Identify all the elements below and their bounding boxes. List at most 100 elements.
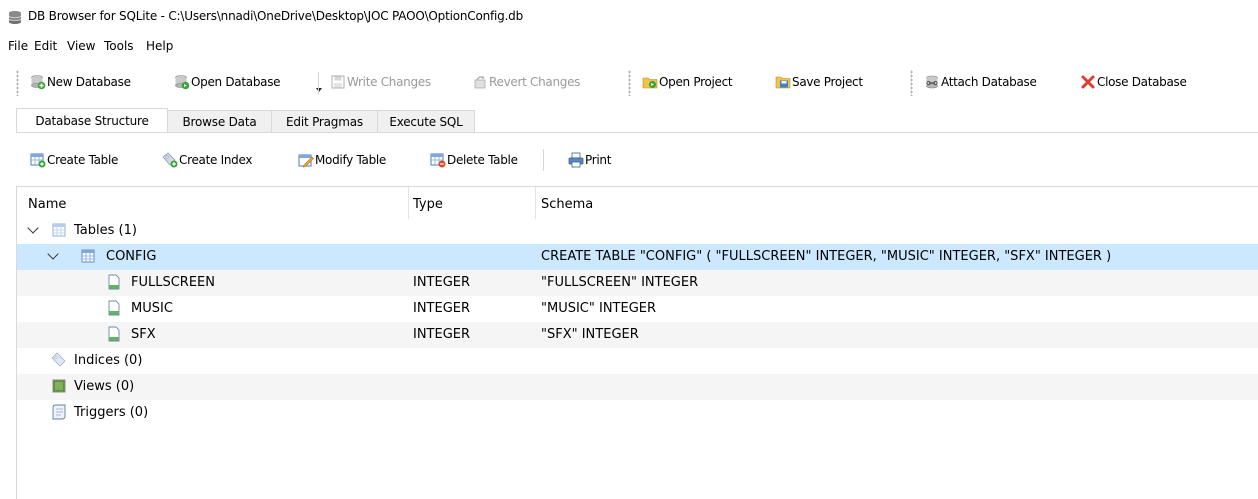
tree-row-schema: CREATE TABLE "CONFIG" ( "FULLSCREEN" INT… bbox=[541, 249, 1112, 264]
menu-edit[interactable]: Edit bbox=[34, 39, 57, 53]
open-database-dropdown-arrow[interactable] bbox=[316, 88, 322, 92]
tree-row-name: Triggers (0) bbox=[74, 405, 149, 420]
tree-row-views[interactable]: Views (0) bbox=[17, 374, 1258, 400]
modify-table-label: Modify Table bbox=[315, 153, 387, 167]
attach-database-label: Attach Database bbox=[941, 75, 1037, 89]
menu-bar: File Edit View Tools Help bbox=[0, 34, 1258, 58]
save-project-button[interactable]: Save Project bbox=[775, 72, 863, 92]
create-table-label: Create Table bbox=[47, 153, 119, 167]
structure-toolbar: Create Table Create Index Modify Table D… bbox=[16, 140, 1258, 180]
tree-row-type: INTEGER bbox=[413, 327, 471, 342]
tree-row-type: INTEGER bbox=[413, 275, 471, 290]
menu-file[interactable]: File bbox=[8, 39, 28, 53]
column-header-type[interactable]: Type bbox=[413, 197, 443, 212]
modify-table-button[interactable]: Modify Table bbox=[298, 150, 386, 170]
create-index-label: Create Index bbox=[179, 153, 253, 167]
menu-tools[interactable]: Tools bbox=[104, 39, 134, 53]
create-table-button[interactable]: Create Table bbox=[30, 150, 118, 170]
toolbar-separator bbox=[318, 72, 319, 94]
title-bar: DB Browser for SQLite - C:\Users\nnadi\O… bbox=[0, 0, 1258, 34]
attach-database-icon bbox=[926, 75, 938, 89]
open-database-button[interactable]: Open Database bbox=[174, 72, 281, 92]
write-changes-label: Write Changes bbox=[347, 75, 431, 89]
open-project-label: Open Project bbox=[659, 75, 733, 89]
open-database-label: Open Database bbox=[191, 75, 281, 89]
save-project-icon bbox=[775, 76, 791, 89]
field-icon bbox=[108, 300, 120, 316]
create-index-icon bbox=[162, 152, 178, 168]
revert-changes-label: Revert Changes bbox=[489, 75, 581, 89]
database-app-icon bbox=[8, 11, 22, 24]
print-button[interactable]: Print bbox=[568, 150, 611, 170]
expand-chevron-icon[interactable] bbox=[27, 222, 39, 234]
table-icon bbox=[81, 249, 95, 263]
delete-table-icon bbox=[430, 153, 446, 168]
tab-edit-pragmas[interactable]: Edit Pragmas bbox=[271, 110, 378, 132]
revert-changes-button[interactable]: Revert Changes bbox=[472, 72, 580, 92]
window-title: DB Browser for SQLite - C:\Users\nnadi\O… bbox=[28, 9, 524, 23]
column-header-schema[interactable]: Schema bbox=[541, 197, 593, 212]
tree-row-name: MUSIC bbox=[131, 301, 173, 316]
tree-row-field-sfx[interactable]: SFX INTEGER "SFX" INTEGER bbox=[17, 322, 1258, 348]
trigger-icon bbox=[52, 404, 66, 420]
modify-table-icon bbox=[298, 154, 314, 168]
menu-view[interactable]: View bbox=[67, 39, 95, 53]
tree-row-name: CONFIG bbox=[106, 249, 157, 264]
close-database-button[interactable]: Close Database bbox=[1080, 72, 1187, 92]
create-table-icon bbox=[30, 153, 46, 168]
tree-row-schema: "FULLSCREEN" INTEGER bbox=[541, 275, 699, 290]
open-database-icon bbox=[175, 75, 190, 90]
delete-table-label: Delete Table bbox=[447, 153, 518, 167]
toolbar-grip[interactable] bbox=[16, 70, 19, 96]
tree-row-schema: "SFX" INTEGER bbox=[541, 327, 639, 342]
open-project-icon bbox=[642, 77, 658, 89]
tree-row-name: SFX bbox=[131, 327, 156, 342]
menu-help[interactable]: Help bbox=[146, 39, 173, 53]
tab-divider bbox=[16, 132, 1258, 133]
new-database-icon bbox=[31, 75, 46, 90]
tab-browse-data[interactable]: Browse Data bbox=[167, 110, 272, 132]
attach-database-button[interactable]: Attach Database bbox=[924, 72, 1037, 92]
close-icon bbox=[1081, 75, 1095, 89]
open-project-button[interactable]: Open Project bbox=[642, 72, 733, 92]
tab-execute-sql[interactable]: Execute SQL bbox=[377, 110, 475, 132]
close-database-label: Close Database bbox=[1097, 75, 1187, 89]
column-divider[interactable] bbox=[535, 187, 536, 219]
tree-header: Name Type Schema bbox=[17, 187, 1258, 219]
new-database-button[interactable]: New Database bbox=[30, 72, 131, 92]
tree-row-schema: "MUSIC" INTEGER bbox=[541, 301, 657, 316]
field-icon bbox=[108, 274, 120, 290]
tree-row-field-fullscreen[interactable]: FULLSCREEN INTEGER "FULLSCREEN" INTEGER bbox=[17, 270, 1258, 296]
revert-changes-icon bbox=[474, 76, 486, 89]
tree-row-name: Views (0) bbox=[74, 379, 135, 394]
tree-row-triggers[interactable]: Triggers (0) bbox=[17, 400, 1258, 426]
field-icon bbox=[108, 326, 120, 342]
toolbar-grip[interactable] bbox=[628, 70, 631, 96]
toolbar-separator bbox=[543, 149, 544, 171]
print-label: Print bbox=[585, 153, 612, 167]
create-index-button[interactable]: Create Index bbox=[162, 150, 252, 170]
column-header-name[interactable]: Name bbox=[28, 197, 66, 212]
view-icon bbox=[52, 379, 66, 393]
tree-row-table-config[interactable]: CONFIG CREATE TABLE "CONFIG" ( "FULLSCRE… bbox=[17, 244, 1258, 270]
tree-row-field-music[interactable]: MUSIC INTEGER "MUSIC" INTEGER bbox=[17, 296, 1258, 322]
tree-row-tables[interactable]: Tables (1) bbox=[17, 218, 1258, 244]
delete-table-button[interactable]: Delete Table bbox=[430, 150, 518, 170]
main-toolbar: New Database Open Database Write Changes… bbox=[12, 62, 1258, 102]
save-project-label: Save Project bbox=[792, 75, 863, 89]
toolbar-grip[interactable] bbox=[910, 70, 913, 96]
tables-icon bbox=[52, 223, 66, 237]
tree-row-name: Tables (1) bbox=[74, 223, 137, 238]
expand-chevron-icon[interactable] bbox=[47, 248, 59, 260]
column-divider[interactable] bbox=[408, 187, 409, 219]
index-icon bbox=[51, 352, 66, 367]
write-changes-icon bbox=[331, 75, 345, 89]
tree-row-indices[interactable]: Indices (0) bbox=[17, 348, 1258, 374]
new-database-label: New Database bbox=[47, 75, 131, 89]
tree-row-name: Indices (0) bbox=[74, 353, 143, 368]
tree-row-type: INTEGER bbox=[413, 301, 471, 316]
tab-database-structure[interactable]: Database Structure bbox=[16, 108, 168, 133]
write-changes-button[interactable]: Write Changes bbox=[330, 72, 431, 92]
tree-row-name: FULLSCREEN bbox=[131, 275, 215, 290]
printer-icon bbox=[568, 152, 584, 168]
